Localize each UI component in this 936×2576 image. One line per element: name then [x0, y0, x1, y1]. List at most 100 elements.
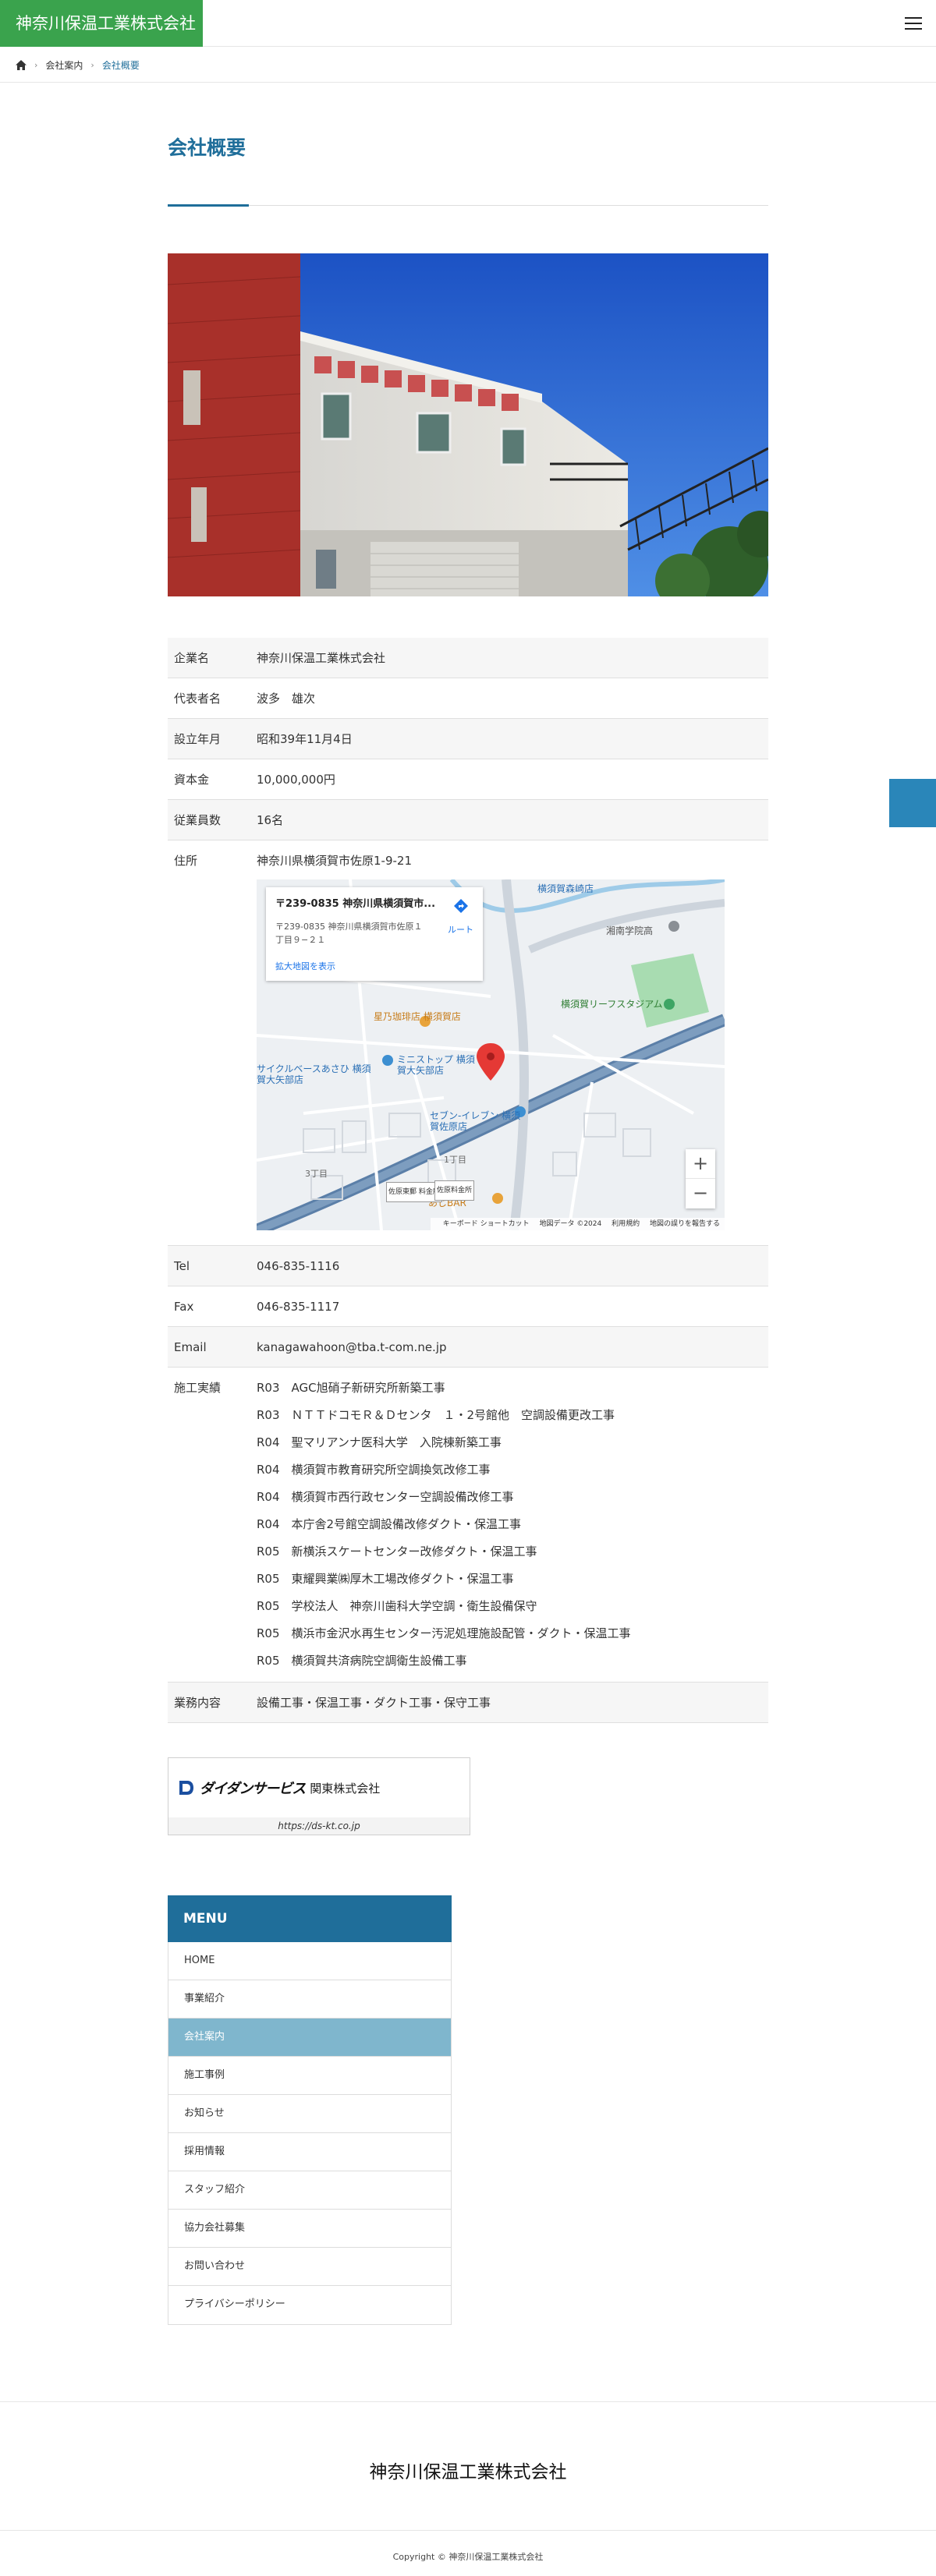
- map-label-stadium: 横須賀リーフスタジアム: [561, 999, 663, 1010]
- works-item: R04 横須賀市西行政センター空調設備改修工事: [257, 1490, 514, 1504]
- map-zoom-controls: + −: [686, 1149, 715, 1208]
- page-top-button[interactable]: [889, 779, 936, 827]
- map-card-address: 〒239-0835 神奈川県横須賀市佐原１丁目９−２１: [275, 922, 423, 945]
- menu-item-works[interactable]: 施工事例: [168, 2057, 451, 2095]
- site-logo[interactable]: 神奈川保温工業株式会社: [0, 0, 203, 47]
- info-value: 10,000,000円: [257, 772, 335, 787]
- info-row-fax: Fax 046-835-1117: [168, 1286, 768, 1327]
- info-value: 神奈川保温工業株式会社: [257, 650, 386, 665]
- info-value: 設備工事・保温工事・ダクト工事・保守工事: [257, 1695, 491, 1710]
- menu-item-company[interactable]: 会社案内: [168, 2019, 451, 2057]
- map-footer: キーボード ショートカット 地図データ ©2024 利用規約 地図の誤りを報告す…: [430, 1218, 725, 1230]
- map-label-school: 湘南学院高: [606, 925, 654, 936]
- zoom-in-button[interactable]: +: [686, 1149, 715, 1179]
- map-label-seven: セブン-イレブン 横須賀佐原店: [430, 1110, 521, 1132]
- works-item: R05 横須賀共済病院空調衛生設備工事: [257, 1654, 467, 1668]
- info-value: 16名: [257, 812, 284, 827]
- company-building-photo: [168, 253, 768, 596]
- map-label-forest: 横須賀森崎店: [537, 883, 594, 894]
- info-value: 046-835-1117: [257, 1299, 340, 1314]
- map-label-coffee: 星乃珈琲店 横須賀店: [374, 1011, 461, 1022]
- zoom-out-button[interactable]: −: [686, 1179, 715, 1208]
- menu-item-staff[interactable]: スタッフ紹介: [168, 2171, 451, 2210]
- footer-company-name: 神奈川保温工業株式会社: [369, 2462, 567, 2482]
- info-row-representative: 代表者名 波多 雄次: [168, 678, 768, 719]
- embedded-map[interactable]: 横須賀リーフスタジアム 星乃珈琲店 横須賀店 ミニストップ 横須賀大矢部店 セブ…: [257, 879, 725, 1230]
- works-item: R05 東耀興業㈱厚木工場改修ダクト・保温工事: [257, 1572, 514, 1586]
- side-menu: MENU HOME 事業紹介 会社案内 施工事例 お知らせ 採用情報 スタッフ紹…: [168, 1895, 452, 2325]
- menu-item-privacy[interactable]: プライバシーポリシー: [168, 2286, 451, 2324]
- info-value: 波多 雄次: [257, 691, 316, 706]
- info-row-address: 住所 神奈川県横須賀市佐原1-9-21 横須賀リーフスタジアム 星乃珈琲店 横須…: [168, 840, 768, 1246]
- map-label-parking2: 佐原料金所: [434, 1180, 475, 1201]
- chevron-right-icon: ›: [90, 60, 94, 70]
- info-row-works: 施工実績 R03 AGC旭硝子新研究所新築工事 R03 ＮＴＴドコモＲ＆Ｄセンタ…: [168, 1368, 768, 1683]
- title-accent-bar: [168, 204, 249, 207]
- copyright: Copyright © 神奈川保温工業株式会社: [392, 2552, 544, 2562]
- banner-company-name: 関東株式会社: [310, 1781, 381, 1796]
- map-data-credit: 地図データ ©2024: [539, 1220, 602, 1228]
- info-row-company-name: 企業名 神奈川保温工業株式会社: [168, 638, 768, 678]
- chevron-right-icon: ›: [34, 60, 38, 70]
- breadcrumb: › 会社案内 › 会社概要: [0, 47, 936, 83]
- info-label: 企業名: [174, 650, 210, 665]
- works-item: R04 本庁舎2号館空調設備改修ダクト・保温工事: [257, 1517, 522, 1531]
- site-footer: 神奈川保温工業株式会社 Copyright © 神奈川保温工業株式会社: [0, 2401, 936, 2576]
- works-item: R04 聖マリアンナ医科大学 入院棟新築工事: [257, 1435, 502, 1449]
- banner-url[interactable]: https://ds-kt.co.jp: [168, 1817, 470, 1835]
- info-label: Tel: [174, 1258, 190, 1273]
- site-header: 神奈川保温工業株式会社: [0, 0, 936, 47]
- menu-title: MENU: [168, 1895, 452, 1942]
- banner-brand: ダイダンサービス: [200, 1781, 306, 1797]
- info-value[interactable]: kanagawahoon@tba.t-com.ne.jp: [257, 1338, 768, 1357]
- page-title: 会社概要: [168, 136, 246, 159]
- map-info-card: 〒239-0835 神奈川県横須賀市... 〒239-0835 神奈川県横須賀市…: [266, 887, 483, 981]
- works-list: R03 AGC旭硝子新研究所新築工事 R03 ＮＴＴドコモＲ＆Ｄセンタ １・2号…: [257, 1375, 768, 1682]
- works-item: R03 AGC旭硝子新研究所新築工事: [257, 1381, 445, 1395]
- menu-item-contact[interactable]: お問い合わせ: [168, 2248, 451, 2286]
- partner-banner[interactable]: ダイダンサービス 関東株式会社 https://ds-kt.co.jp: [168, 1757, 470, 1835]
- info-label: Fax: [174, 1299, 194, 1314]
- map-report-link[interactable]: 地図の誤りを報告する: [650, 1220, 720, 1228]
- menu-item-home[interactable]: HOME: [168, 1942, 451, 1980]
- info-label: 資本金: [174, 772, 210, 787]
- info-value: 神奈川県横須賀市佐原1-9-21: [257, 854, 413, 868]
- menu-item-business[interactable]: 事業紹介: [168, 1980, 451, 2019]
- company-info-table: 企業名 神奈川保温工業株式会社 代表者名 波多 雄次 設立年月 昭和39年11月…: [168, 638, 768, 1723]
- works-item: R04 横須賀市教育研究所空調換気改修工事: [257, 1463, 491, 1477]
- home-icon[interactable]: [16, 60, 27, 70]
- map-label-ministop: ミニストップ 横須賀大矢部店: [397, 1054, 475, 1076]
- menu-item-recruit[interactable]: 採用情報: [168, 2133, 451, 2171]
- map-label-cho3: 3丁目: [305, 1169, 328, 1179]
- map-route-label: ルート: [448, 925, 473, 935]
- info-label: 施工実績: [174, 1381, 222, 1395]
- menu-item-news[interactable]: お知らせ: [168, 2095, 451, 2133]
- info-label: 従業員数: [174, 812, 222, 827]
- info-label: 業務内容: [174, 1695, 222, 1710]
- footer-divider: [0, 2530, 936, 2531]
- works-item: R05 新横浜スケートセンター改修ダクト・保温工事: [257, 1545, 537, 1559]
- map-label-cycle: サイクルベースあさひ 横須賀大矢部店: [257, 1063, 371, 1085]
- info-row-employees: 従業員数 16名: [168, 800, 768, 840]
- hamburger-menu-icon[interactable]: [905, 17, 922, 30]
- menu-item-partners[interactable]: 協力会社募集: [168, 2210, 451, 2248]
- map-shortcuts-link[interactable]: キーボード ショートカット: [443, 1220, 530, 1228]
- map-terms-link[interactable]: 利用規約: [612, 1220, 640, 1228]
- info-value: 昭和39年11月4日: [257, 731, 353, 746]
- works-item: R05 学校法人 神奈川歯科大学空調・衛生設備保守: [257, 1599, 537, 1613]
- info-label: 住所: [174, 854, 198, 868]
- info-label: Email: [174, 1339, 207, 1354]
- info-value: 046-835-1116: [257, 1258, 340, 1273]
- daidan-logo-icon: [179, 1781, 193, 1795]
- info-label: 代表者名: [174, 691, 222, 706]
- title-divider: [168, 205, 768, 206]
- breadcrumb-item-current: 会社概要: [101, 60, 140, 71]
- info-row-capital: 資本金 10,000,000円: [168, 759, 768, 800]
- info-row-business: 業務内容 設備工事・保温工事・ダクト工事・保守工事: [168, 1683, 768, 1723]
- breadcrumb-item-company[interactable]: 会社案内: [45, 58, 83, 72]
- map-route-button[interactable]: ルート: [448, 898, 473, 939]
- map-label-cho1: 1丁目: [444, 1155, 466, 1165]
- map-enlarge-link[interactable]: 拡大地図を表示: [275, 957, 473, 976]
- info-row-tel: Tel 046-835-1116: [168, 1246, 768, 1286]
- works-item: R05 横浜市金沢水再生センター汚泥処理施設配管・ダクト・保温工事: [257, 1626, 631, 1640]
